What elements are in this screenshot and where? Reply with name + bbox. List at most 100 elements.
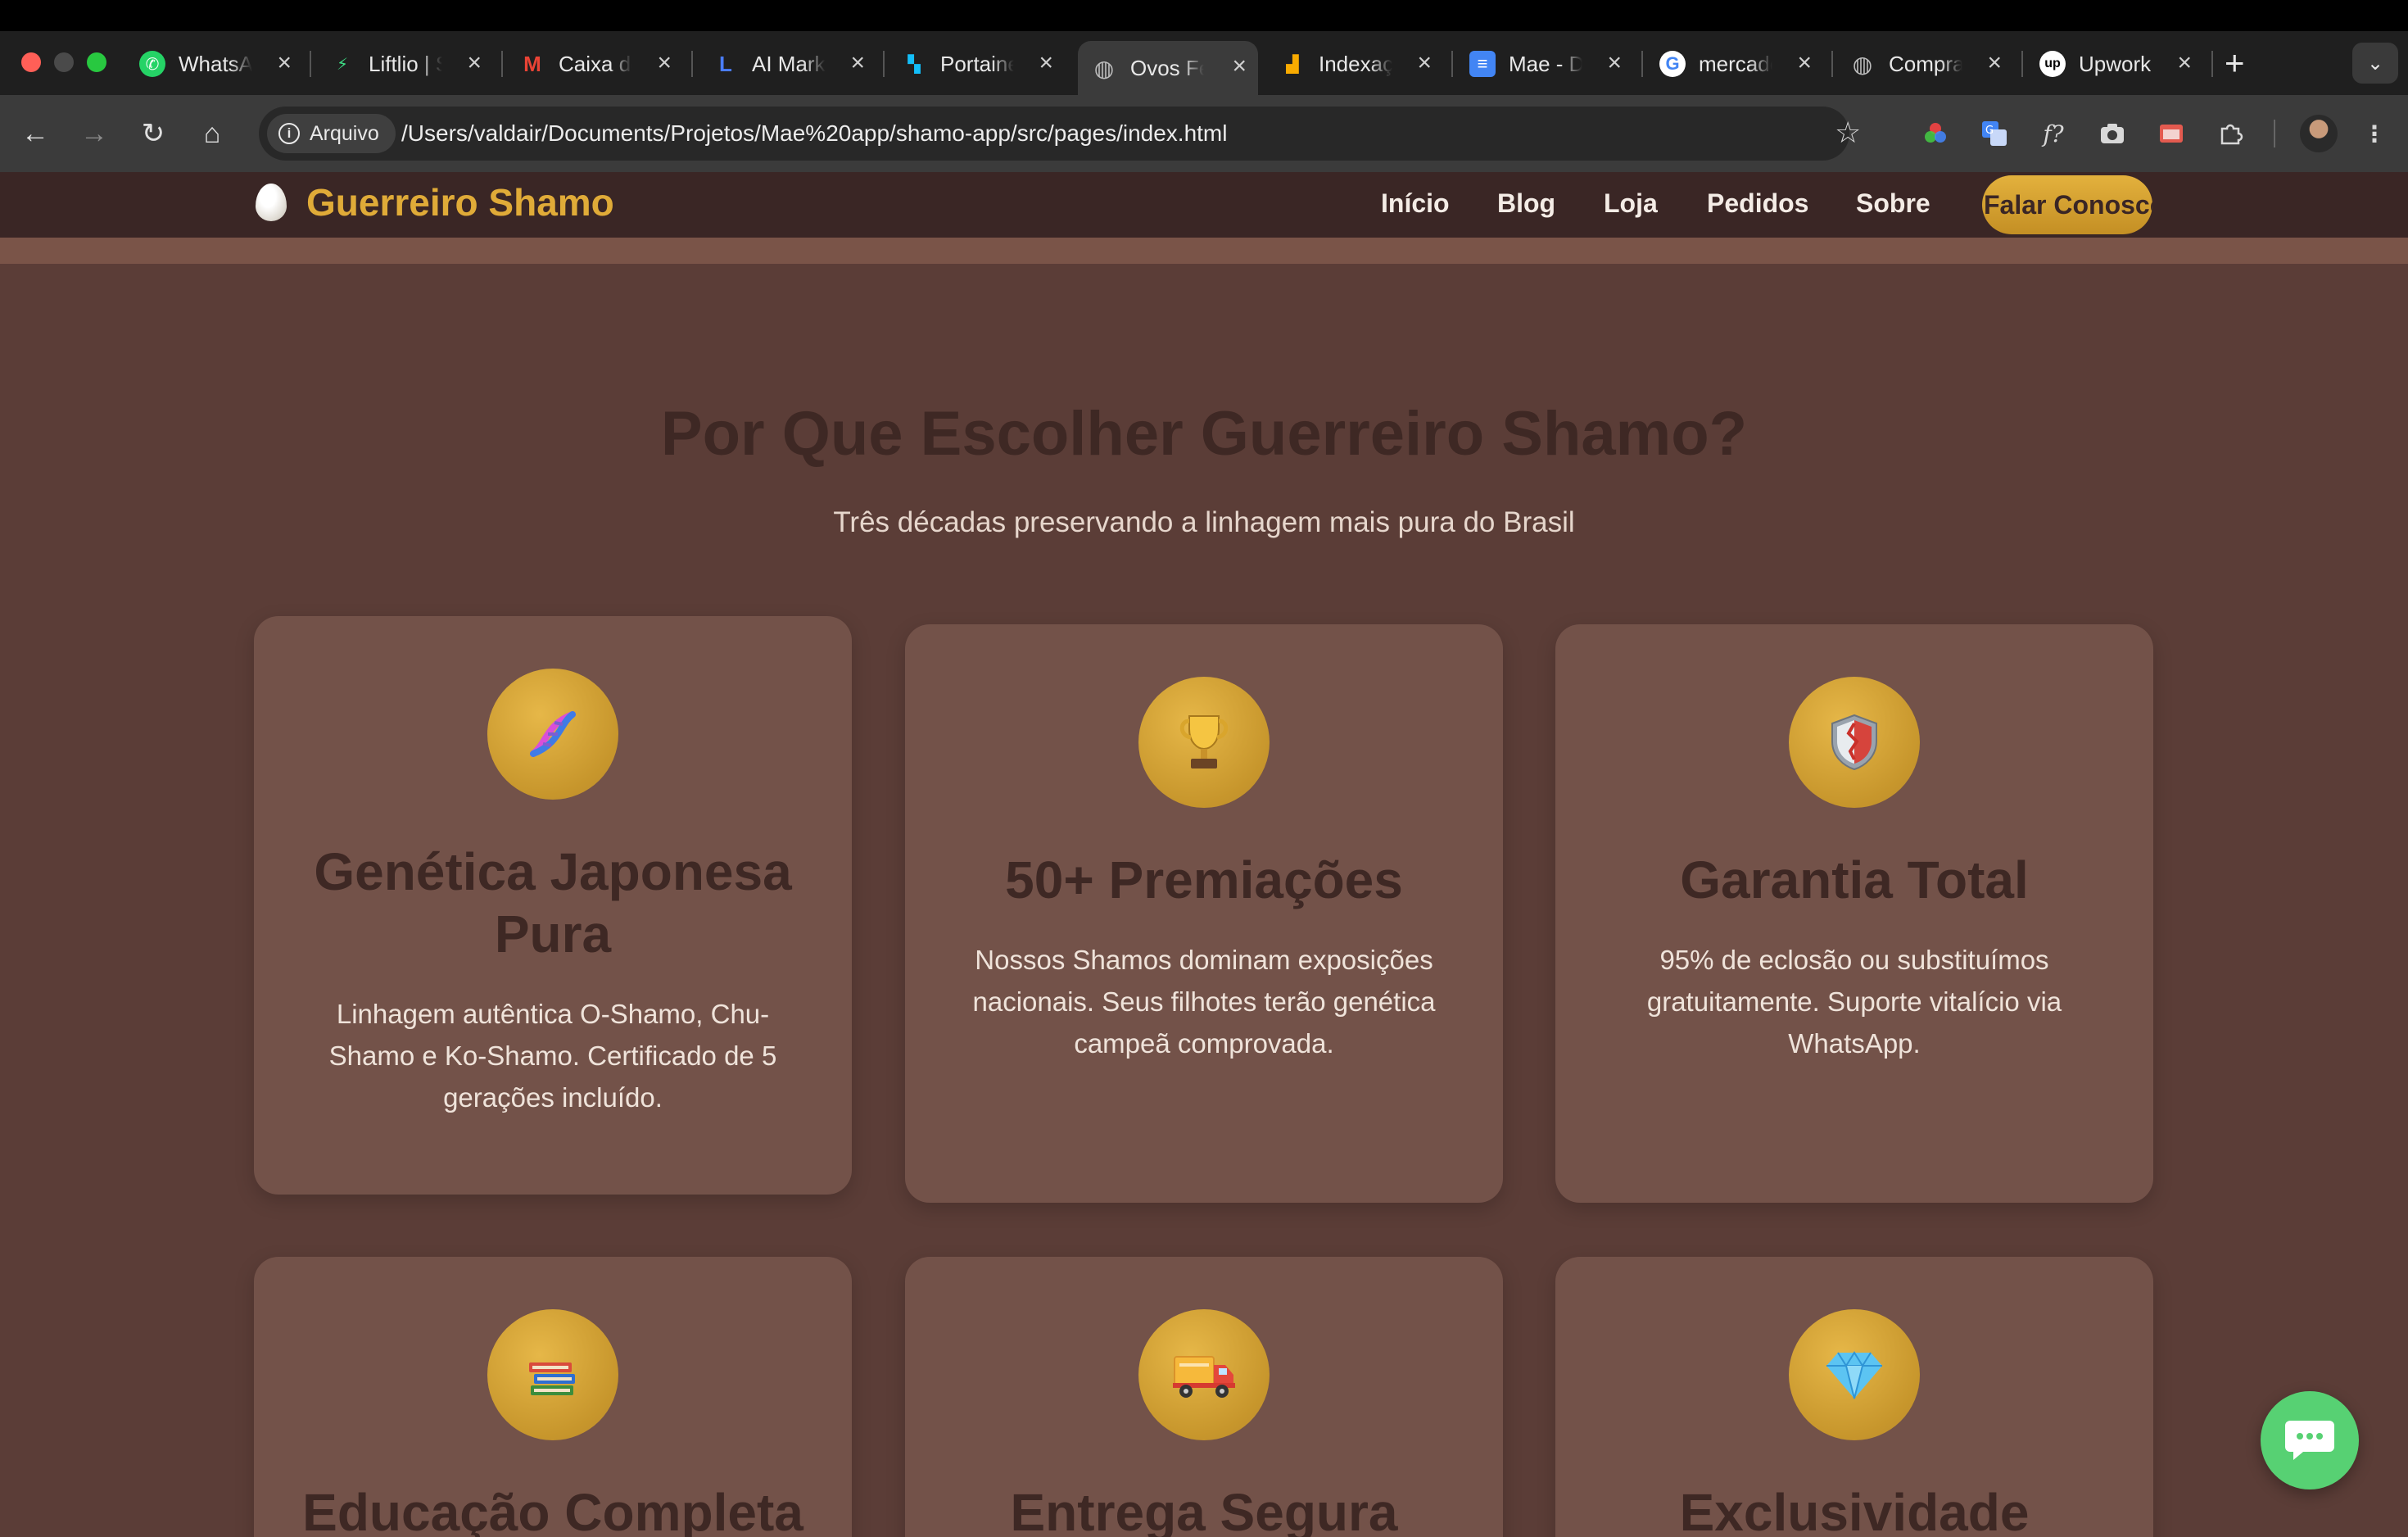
tab-label: WhatsApp xyxy=(179,51,252,76)
tab-divider xyxy=(501,51,503,77)
close-tab-icon[interactable]: × xyxy=(467,49,482,77)
feature-title: Genética Japonesa Pura xyxy=(314,842,792,963)
feature-text: Linhagem autêntica O-Shamo, Chu-Shamo e … xyxy=(328,999,777,1113)
close-window-button[interactable] xyxy=(21,52,41,72)
site-info-chip[interactable]: i Arquivo xyxy=(267,114,396,153)
upwork-icon: up xyxy=(2039,51,2066,77)
close-tab-icon[interactable]: × xyxy=(1607,49,1622,77)
browser-tab[interactable]: up Upwork × xyxy=(2039,41,2203,87)
feature-card: Entrega Segura xyxy=(905,1257,1503,1537)
reload-icon[interactable]: ↻ xyxy=(134,115,172,152)
delivery-truck-icon-badge xyxy=(1138,1309,1270,1440)
diamond-icon xyxy=(1826,1351,1882,1399)
close-tab-icon[interactable]: × xyxy=(1987,49,2002,77)
browser-tab[interactable]: G mercado × xyxy=(1659,41,1823,87)
feature-card: Exclusividade xyxy=(1555,1257,2153,1537)
dna-icon xyxy=(530,711,576,757)
forward-arrow-icon[interactable]: → xyxy=(75,115,113,152)
screenshot-extension-icon[interactable] xyxy=(2152,115,2190,152)
camera-extension-icon[interactable] xyxy=(2093,115,2131,152)
svg-text:G: G xyxy=(1985,125,1994,137)
close-tab-icon[interactable]: × xyxy=(277,49,292,77)
dna-icon-badge xyxy=(487,669,618,800)
extensions-puzzle-icon[interactable] xyxy=(2211,115,2249,152)
feature-card: Garantia Total 95% de eclosão ou substit… xyxy=(1555,624,2153,1203)
new-tab-icon[interactable]: + xyxy=(2225,43,2245,84)
trophy-icon-badge xyxy=(1138,677,1270,808)
feature-card: 50+ Premiações Nossos Shamos dominam exp… xyxy=(905,624,1503,1203)
close-tab-icon[interactable]: × xyxy=(1039,49,1053,77)
bookmark-star-icon[interactable]: ☆ xyxy=(1835,118,1861,147)
tab-label: Portainer xyxy=(940,51,1014,76)
google-icon: G xyxy=(1659,51,1686,77)
tab-label: mercado xyxy=(1699,51,1772,76)
home-icon[interactable]: ⌂ xyxy=(193,115,231,152)
gmail-icon: M xyxy=(523,51,541,76)
close-tab-icon[interactable]: × xyxy=(657,49,672,77)
app-icon: L xyxy=(719,51,732,76)
browser-tab[interactable]: ≡ Mae - D × xyxy=(1469,41,1633,87)
tab-label: AI Market xyxy=(752,51,826,76)
more-menu-icon[interactable]: ⋮ xyxy=(2356,115,2393,152)
feature-card: Genética Japonesa Pura Linhagem autêntic… xyxy=(254,616,852,1195)
browser-tab[interactable]: ✆ WhatsApp × xyxy=(139,41,303,87)
close-tab-icon[interactable]: × xyxy=(1797,49,1812,77)
whatsapp-chat-button[interactable] xyxy=(2261,1391,2359,1489)
site-logo[interactable]: Guerreiro Shamo xyxy=(256,180,614,224)
font-extension-icon[interactable]: f? xyxy=(2035,115,2072,152)
tab-divider xyxy=(1641,51,1643,77)
shield-icon xyxy=(1831,714,1877,771)
section-subtitle: Três décadas preservando a linhagem mais… xyxy=(833,506,1575,538)
window-top-strip xyxy=(0,0,2408,31)
nav-link-pedidos[interactable]: Pedidos xyxy=(1707,188,1808,219)
browser-tab[interactable]: M Caixa de × xyxy=(519,41,683,87)
url-text[interactable]: /Users/valdair/Documents/Projetos/Mae%20… xyxy=(401,120,1227,147)
contact-button[interactable]: Falar Conosco xyxy=(1982,175,2152,234)
feature-title: Educação Completa xyxy=(302,1483,803,1537)
site-info-label: Arquivo xyxy=(310,121,379,145)
back-arrow-icon[interactable]: ← xyxy=(16,115,54,152)
close-tab-icon[interactable]: × xyxy=(1232,52,1247,80)
feature-text: 95% de eclosão ou substituímos gratuitam… xyxy=(1646,945,2062,1059)
tab-label: Compra xyxy=(1889,51,1962,76)
nav-link-blog[interactable]: Blog xyxy=(1497,188,1555,219)
browser-tab[interactable]: ⚡ Liftlio | S × xyxy=(329,41,493,87)
browser-tab[interactable]: ▚ Portainer × xyxy=(901,41,1065,87)
globe-icon: ◍ xyxy=(1852,51,1873,77)
site-header: Guerreiro Shamo Início Blog Loja Pedidos… xyxy=(0,172,2408,238)
close-tab-icon[interactable]: × xyxy=(850,49,865,77)
delivery-truck-icon xyxy=(1173,1356,1235,1398)
minimize-window-button[interactable] xyxy=(54,52,74,72)
nav-link-sobre[interactable]: Sobre xyxy=(1856,188,1930,219)
browser-tab-active[interactable]: ◍ Ovos Fé × xyxy=(1078,41,1258,95)
tab-divider xyxy=(691,51,693,77)
tab-divider xyxy=(2211,51,2213,77)
browser-tab[interactable]: ▟ Indexação × xyxy=(1279,41,1443,87)
tab-label: Ovos Fé xyxy=(1130,55,1204,80)
chat-bubble-icon xyxy=(2285,1421,2334,1460)
tab-label: Mae - D xyxy=(1509,51,1582,76)
browser-toolbar: ← → ↻ ⌂ i Arquivo /Users/valdair/Documen… xyxy=(0,95,2408,172)
tab-divider xyxy=(310,51,311,77)
profile-avatar[interactable] xyxy=(2300,115,2338,152)
feature-title: Garantia Total xyxy=(1680,850,2029,909)
analytics-icon: ▟ xyxy=(1286,55,1299,74)
toolbar-divider xyxy=(2274,120,2275,147)
close-tab-icon[interactable]: × xyxy=(2177,49,2192,77)
maximize-window-button[interactable] xyxy=(87,52,106,72)
browser-tab[interactable]: ◍ Compra × xyxy=(1849,41,2013,87)
color-picker-extension-icon[interactable] xyxy=(1917,115,1954,152)
nav-link-inicio[interactable]: Início xyxy=(1381,188,1450,219)
tab-search-chevron-icon[interactable]: ⌄ xyxy=(2352,43,2398,84)
address-bar[interactable]: i Arquivo /Users/valdair/Documents/Proje… xyxy=(259,107,1861,161)
browser-tab[interactable]: L AI Market × xyxy=(713,41,876,87)
tab-divider xyxy=(1451,51,1453,77)
translate-extension-icon[interactable]: G xyxy=(1976,115,2013,152)
tab-divider xyxy=(883,51,885,77)
tab-label: Liftlio | S xyxy=(369,51,442,76)
trophy-icon xyxy=(1179,715,1229,768)
diamond-icon-badge xyxy=(1789,1309,1920,1440)
close-tab-icon[interactable]: × xyxy=(1417,49,1432,77)
nav-link-loja[interactable]: Loja xyxy=(1604,188,1658,219)
books-icon xyxy=(529,1362,575,1395)
